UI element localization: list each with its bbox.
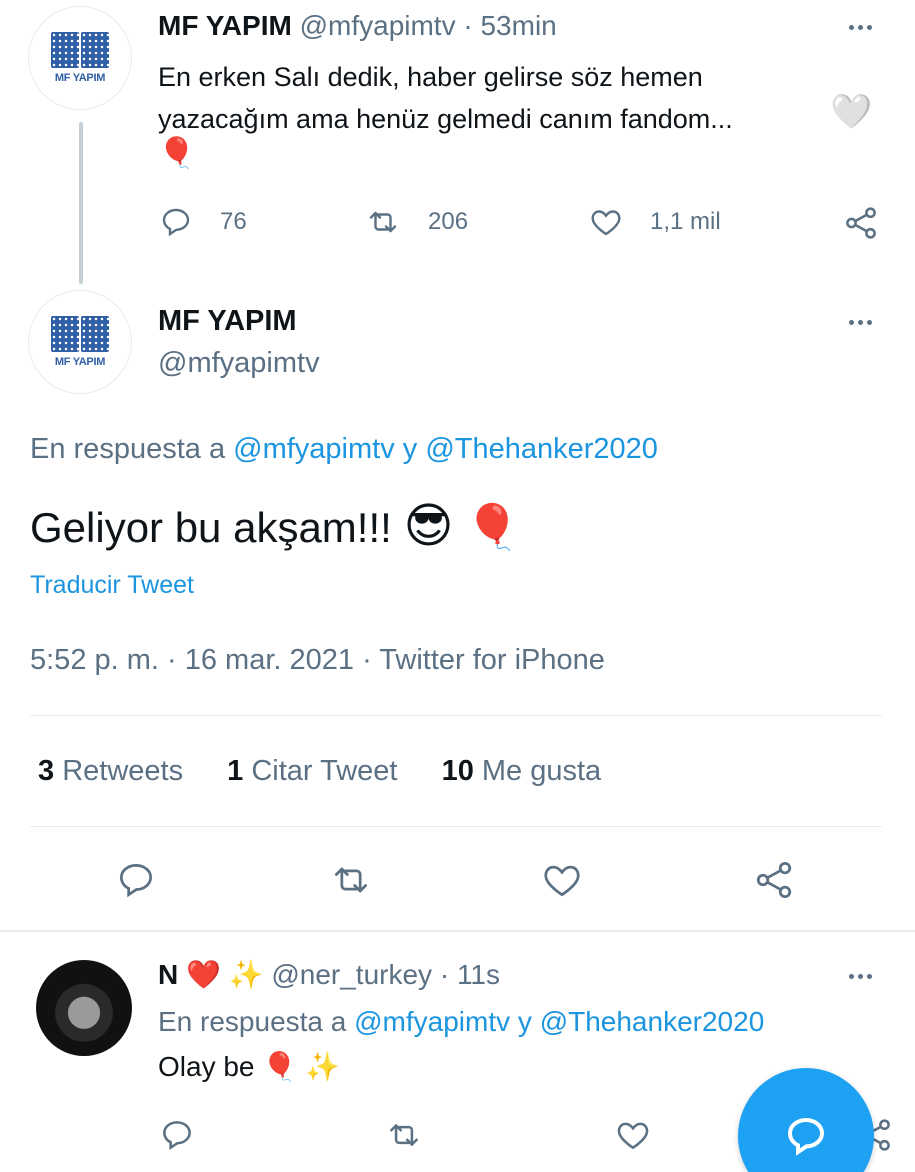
tweet1-share-button[interactable] <box>842 204 880 247</box>
reply-reply-button[interactable] <box>158 1116 196 1159</box>
tweet1-sep: · <box>463 10 473 41</box>
tweet1-white-heart-emoji: 🤍 <box>830 93 873 131</box>
reply-time[interactable]: 11s <box>457 959 500 990</box>
compose-reply-button[interactable] <box>738 1068 874 1172</box>
main-tweet-stats: 3 Retweets 1 Citar Tweet 10 Me gusta <box>38 755 601 788</box>
reply-text-content: Olay be <box>158 1051 255 1082</box>
retweet-icon <box>334 867 368 893</box>
reply-prefix: En respuesta a <box>158 1006 347 1037</box>
heart-icon <box>617 1122 649 1150</box>
reply-sparkles-emoji: ✨ <box>228 959 264 990</box>
reply-sep: · <box>439 959 450 990</box>
section-divider <box>0 930 915 932</box>
reply-y: y <box>402 433 418 465</box>
reply-name[interactable]: N <box>158 959 178 990</box>
main-tweet-handle[interactable]: @mfyapimtv <box>158 347 320 380</box>
reply-handle[interactable]: @ner_turkey <box>271 959 432 990</box>
tweet1-reply-button[interactable]: 76 <box>158 204 247 240</box>
tweet1-name[interactable]: MF YAPIM <box>158 10 292 41</box>
tweet1-text: En erken Salı dedik, haber gelirse söz h… <box>158 56 878 140</box>
sunglasses-emoji: 😎 <box>403 500 454 553</box>
tweet1-avatar[interactable]: MF YAPIM <box>28 6 132 110</box>
heart-icon <box>544 865 580 897</box>
main-tweet-more-dots-icon[interactable] <box>840 312 880 332</box>
reply-sparkles-emoji-2: ✨ <box>304 1051 340 1082</box>
reply-user-mention-2[interactable]: @Thehanker2020 <box>540 1006 765 1037</box>
reply-heart-emoji: ❤️ <box>186 959 221 990</box>
share-icon <box>756 861 792 899</box>
reply-user-mention-1[interactable]: @mfyapimtv <box>233 433 395 465</box>
heart-icon <box>591 210 621 236</box>
balloon-emoji: 🎈 <box>465 503 520 552</box>
reply-icon <box>119 863 153 898</box>
tweet1-retweet-button[interactable]: 206 <box>364 204 468 240</box>
mf-logo <box>51 32 109 68</box>
tweet1-retweet-count: 206 <box>428 208 469 235</box>
quotes-count: 1 <box>227 755 244 787</box>
main-tweet-reply-context: En respuesta a @mfyapimtv y @Thehanker20… <box>30 433 658 466</box>
retweets-label: Retweets <box>62 755 184 787</box>
share-icon <box>846 207 876 239</box>
mf-logo <box>51 316 109 352</box>
divider <box>30 826 882 827</box>
translate-tweet-link[interactable]: Traducir Tweet <box>30 571 194 600</box>
tweet1-like-button[interactable]: 1,1 mil <box>588 204 721 240</box>
tweet1-time[interactable]: 53min <box>480 10 556 41</box>
reply-user-mention-1[interactable]: @mfyapimtv <box>354 1006 510 1037</box>
tweet1-header: MF YAPIM @mfyapimtv · 53min <box>158 10 557 42</box>
likes-label: Me gusta <box>481 755 602 787</box>
reply-like-button[interactable] <box>614 1116 652 1159</box>
reply-y: y <box>517 1006 532 1037</box>
stat-retweets[interactable]: 3 Retweets <box>38 755 191 787</box>
reply-icon <box>162 208 190 237</box>
main-tweet-avatar[interactable]: MF YAPIM <box>28 290 132 394</box>
reply-text: Olay be 🎈 ✨ <box>158 1050 340 1083</box>
reply-avatar[interactable] <box>36 960 132 1056</box>
likes-count: 10 <box>441 755 474 787</box>
main-tweet-name[interactable]: MF YAPIM <box>158 305 297 338</box>
main-tweet-text-content: Geliyor bu akşam!!! <box>30 504 392 551</box>
reply-more-dots-icon[interactable] <box>840 966 880 986</box>
compose-reply-icon <box>787 1117 825 1156</box>
reply-balloon-emoji: 🎈 <box>262 1051 298 1082</box>
main-like-button[interactable] <box>540 858 584 907</box>
tweet1-like-count: 1,1 mil <box>650 208 721 235</box>
tweet1-reply-count: 76 <box>220 208 247 235</box>
main-tweet-meta: 5:52 p. m. · 16 mar. 2021 · Twitter for … <box>30 644 605 676</box>
reply-user-mention-2[interactable]: @Thehanker2020 <box>425 433 658 465</box>
tweet1-text-line2: yazacağım ama henüz gelmedi canım fandom… <box>158 98 878 140</box>
tweet1-more-dots-icon[interactable] <box>840 17 880 37</box>
main-share-button[interactable] <box>752 858 796 907</box>
reply-retweet-button[interactable] <box>384 1116 424 1159</box>
tweet1-text-line2-content: yazacağım ama henüz gelmedi canım fandom… <box>158 104 733 134</box>
main-reply-button[interactable] <box>114 858 158 907</box>
retweets-count: 3 <box>38 755 55 787</box>
reply-icon <box>163 1121 191 1151</box>
retweet-icon <box>369 211 397 233</box>
reply-header: N ❤️ ✨ @ner_turkey · 11s <box>158 958 500 991</box>
avatar-caption: MF YAPIM <box>54 72 106 84</box>
main-tweet-text: Geliyor bu akşam!!! 😎 🎈 <box>30 498 520 554</box>
reply-prefix: En respuesta a <box>30 433 226 465</box>
divider <box>30 715 882 716</box>
stat-likes[interactable]: 10 Me gusta <box>442 755 602 787</box>
stat-quotes[interactable]: 1 Citar Tweet <box>227 755 405 787</box>
retweet-icon <box>390 1124 418 1146</box>
tweet1-text-line1: En erken Salı dedik, haber gelirse söz h… <box>158 62 703 92</box>
avatar-caption: MF YAPIM <box>54 356 106 368</box>
tweet1-balloon-emoji: 🎈 <box>158 137 196 170</box>
thread-line <box>79 122 83 284</box>
main-retweet-button[interactable] <box>328 858 374 907</box>
reply-context: En respuesta a @mfyapimtv y @Thehanker20… <box>158 1006 764 1038</box>
tweet1-handle[interactable]: @mfyapimtv <box>300 10 456 41</box>
quotes-label: Citar Tweet <box>251 755 398 787</box>
